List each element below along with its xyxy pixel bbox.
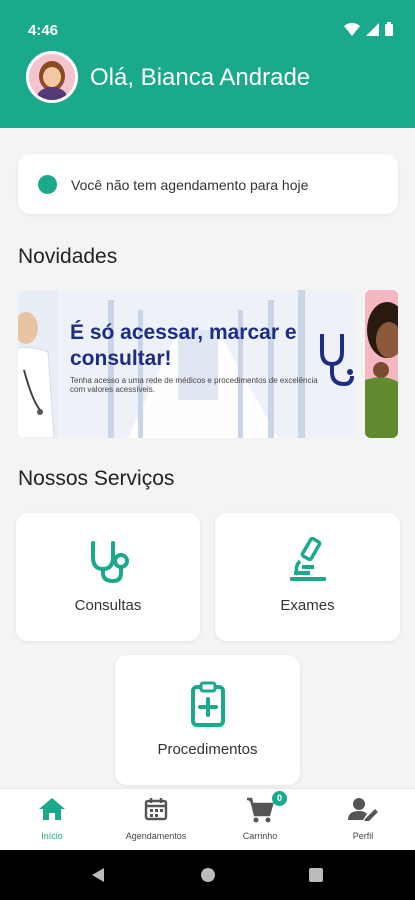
bottom-navigation: Início Agendamentos 0 Carrinho Perfil: [0, 788, 415, 850]
nav-label-agendamentos: Agendamentos: [125, 831, 187, 841]
app-header: 4:46 Olá, Bianca Andrade: [0, 0, 415, 128]
system-navigation-bar: [0, 850, 415, 900]
wifi-icon: [344, 22, 360, 36]
home-icon: [39, 798, 65, 820]
nav-item-perfil[interactable]: Perfil: [311, 789, 415, 851]
user-edit-icon: [348, 798, 378, 821]
status-bar: 4:46: [0, 0, 415, 58]
status-time: 4:46: [28, 22, 59, 39]
greeting-title: Olá, Bianca Andrade: [90, 64, 311, 91]
service-label-consultas: Consultas: [74, 597, 142, 614]
recents-icon[interactable]: [309, 868, 323, 882]
stethoscope-logo-icon: [320, 334, 354, 387]
back-icon[interactable]: [90, 867, 106, 883]
status-dot: [38, 175, 57, 194]
service-card-consultas[interactable]: Consultas: [16, 513, 200, 641]
appointment-notice: Você não tem agendamento para hoje: [18, 154, 398, 214]
nav-label-carrinho: Carrinho: [242, 831, 278, 841]
news-section-title: Novidades: [18, 245, 118, 268]
news-banner[interactable]: É só acessar, marcar e consultar! Tenha …: [18, 290, 355, 438]
nav-item-agendamentos[interactable]: Agendamentos: [104, 789, 208, 851]
services-section-title: Nossos Serviços: [18, 467, 175, 490]
stethoscope-icon: [91, 541, 129, 584]
microscope-icon: [289, 537, 326, 581]
user-avatar-icon: [29, 54, 75, 100]
avatar[interactable]: [26, 51, 78, 103]
woman-photo-graphic: [365, 290, 398, 438]
system-icons: [344, 22, 393, 36]
service-card-exames[interactable]: Exames: [215, 513, 400, 641]
nav-label-inicio: Início: [41, 831, 63, 841]
news-banner-next[interactable]: [365, 290, 398, 438]
nav-item-carrinho[interactable]: 0 Carrinho: [208, 789, 312, 851]
service-card-procedimentos[interactable]: Procedimentos: [115, 655, 300, 785]
cart-count-badge: 0: [272, 791, 287, 806]
home-circle-icon[interactable]: [200, 867, 216, 883]
calendar-icon: [144, 798, 168, 821]
service-label-procedimentos: Procedimentos: [157, 741, 258, 758]
signal-icon: [366, 22, 379, 36]
banner-subtext: Tenha acesso a uma rede de médicos e pro…: [70, 376, 318, 394]
service-label-exames: Exames: [280, 597, 335, 614]
battery-icon: [385, 22, 393, 36]
nav-item-inicio[interactable]: Início: [0, 789, 104, 851]
notice-text: Você não tem agendamento para hoje: [71, 177, 309, 193]
nav-label-perfil: Perfil: [352, 831, 374, 841]
banner-headline: É só acessar, marcar e consultar!: [70, 321, 297, 370]
cart-icon: [247, 797, 274, 823]
clipboard-plus-icon: [190, 681, 225, 727]
